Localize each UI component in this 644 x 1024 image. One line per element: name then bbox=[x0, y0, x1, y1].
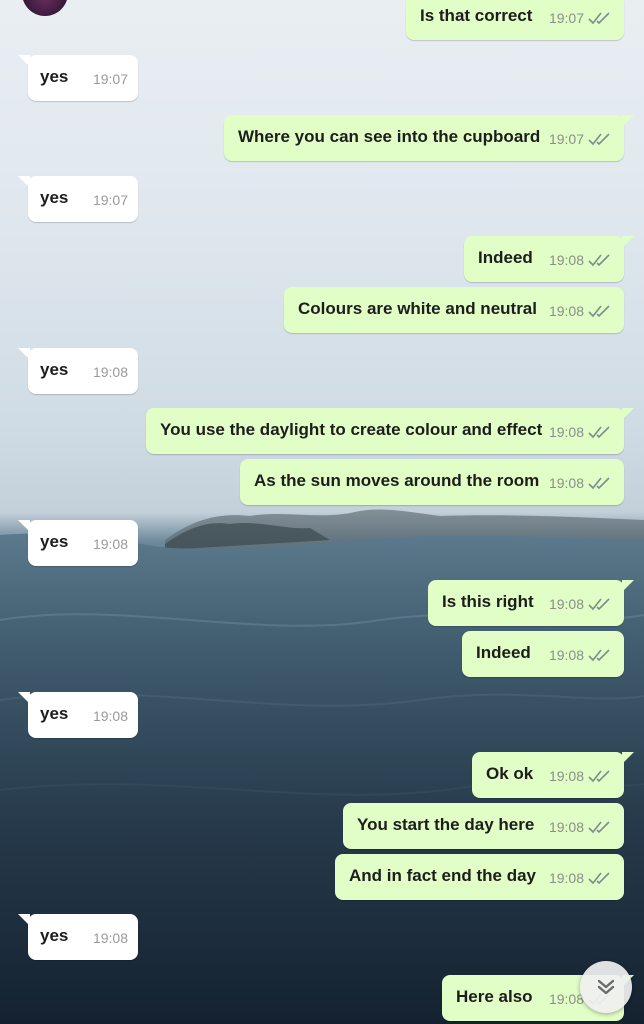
message-meta: 19:08 bbox=[549, 870, 612, 886]
message-time: 19:08 bbox=[92, 708, 128, 724]
message-time: 19:07 bbox=[92, 71, 128, 87]
incoming-message[interactable]: yes 19:07 bbox=[18, 176, 138, 222]
double-check-icon bbox=[588, 649, 610, 662]
message-time: 19:08 bbox=[92, 364, 128, 380]
double-check-icon bbox=[588, 872, 610, 885]
message-text: Indeed bbox=[478, 248, 533, 267]
message-time: 19:08 bbox=[548, 303, 584, 319]
message-meta: 19:08 bbox=[93, 536, 128, 552]
outgoing-message[interactable]: You start the day here 19:08 bbox=[343, 803, 624, 849]
message-text: Here also bbox=[456, 987, 533, 1006]
message-time: 19:08 bbox=[548, 252, 584, 268]
chat-message-list[interactable]: Is that correct 19:07 yes 19:07 Where you ca… bbox=[0, 0, 644, 1024]
double-check-icon bbox=[588, 821, 610, 834]
message-text: yes bbox=[40, 704, 69, 723]
message-time: 19:08 bbox=[92, 536, 128, 552]
message-text: And in fact end the day bbox=[349, 866, 537, 885]
message-time: 19:08 bbox=[548, 475, 584, 491]
message-meta: 19:08 bbox=[549, 768, 612, 784]
message-meta: 19:08 bbox=[93, 708, 128, 724]
message-text: You use the daylight to create colour an… bbox=[160, 420, 543, 439]
outgoing-message[interactable]: As the sun moves around the room 19:08 bbox=[240, 459, 624, 505]
message-time: 19:08 bbox=[548, 596, 584, 612]
double-check-icon bbox=[588, 12, 610, 25]
message-meta: 19:08 bbox=[93, 364, 128, 380]
incoming-message[interactable]: yes 19:08 bbox=[18, 520, 138, 566]
message-meta: 19:07 bbox=[93, 71, 128, 87]
outgoing-message[interactable]: Colours are white and neutral 19:08 bbox=[284, 287, 624, 333]
message-meta: 19:08 bbox=[549, 424, 612, 440]
outgoing-message[interactable]: Is this right 19:08 bbox=[428, 580, 634, 626]
message-meta: 19:07 bbox=[93, 192, 128, 208]
outgoing-message[interactable]: You use the daylight to create colour an… bbox=[146, 408, 634, 454]
message-time: 19:07 bbox=[92, 192, 128, 208]
double-check-icon bbox=[588, 426, 610, 439]
message-meta: 19:08 bbox=[93, 930, 128, 946]
scroll-to-bottom-button[interactable] bbox=[580, 961, 632, 1013]
message-meta: 19:08 bbox=[549, 596, 612, 612]
double-check-icon bbox=[588, 598, 610, 611]
message-meta: 19:08 bbox=[549, 303, 612, 319]
incoming-message[interactable]: yes 19:08 bbox=[18, 692, 138, 738]
incoming-message[interactable]: yes 19:08 bbox=[18, 348, 138, 394]
message-time: 19:08 bbox=[548, 768, 584, 784]
message-text: yes bbox=[40, 67, 69, 86]
message-time: 19:08 bbox=[548, 870, 584, 886]
message-meta: 19:07 bbox=[549, 10, 612, 26]
message-text: yes bbox=[40, 188, 69, 207]
message-text: Where you can see into the cupboard bbox=[238, 127, 541, 146]
double-check-icon bbox=[588, 254, 610, 267]
message-text: Is this right bbox=[442, 592, 534, 611]
outgoing-message[interactable]: Where you can see into the cupboard 19:07 bbox=[224, 115, 634, 161]
message-text: yes bbox=[40, 926, 69, 945]
double-check-icon bbox=[588, 770, 610, 783]
outgoing-message[interactable]: And in fact end the day 19:08 bbox=[335, 854, 624, 900]
incoming-message[interactable]: yes 19:08 bbox=[18, 914, 138, 960]
double-check-icon bbox=[588, 477, 610, 490]
outgoing-message[interactable]: Indeed 19:08 bbox=[464, 236, 634, 282]
contact-avatar[interactable] bbox=[22, 0, 68, 16]
message-text: Colours are white and neutral bbox=[298, 299, 537, 318]
message-time: 19:07 bbox=[548, 10, 584, 26]
outgoing-message[interactable]: Is that correct 19:07 bbox=[406, 0, 624, 40]
message-text: Is that correct bbox=[420, 6, 533, 25]
message-time: 19:08 bbox=[548, 991, 584, 1007]
outgoing-message[interactable]: Ok ok 19:08 bbox=[472, 752, 634, 798]
message-text: yes bbox=[40, 532, 69, 551]
message-meta: 19:08 bbox=[549, 647, 612, 663]
message-time: 19:08 bbox=[548, 647, 584, 663]
incoming-message[interactable]: yes 19:07 bbox=[18, 55, 138, 101]
message-time: 19:08 bbox=[548, 819, 584, 835]
message-meta: 19:07 bbox=[549, 131, 612, 147]
message-time: 19:08 bbox=[548, 424, 584, 440]
message-text: As the sun moves around the room bbox=[254, 471, 540, 490]
message-time: 19:08 bbox=[92, 930, 128, 946]
message-text: You start the day here bbox=[357, 815, 535, 834]
chevron-double-down-icon bbox=[597, 979, 615, 995]
message-text: Ok ok bbox=[486, 764, 534, 783]
double-check-icon bbox=[588, 305, 610, 318]
message-meta: 19:08 bbox=[549, 475, 612, 491]
double-check-icon bbox=[588, 133, 610, 146]
message-meta: 19:08 bbox=[549, 252, 612, 268]
message-time: 19:07 bbox=[548, 131, 584, 147]
outgoing-message[interactable]: Indeed 19:08 bbox=[462, 631, 624, 677]
message-meta: 19:08 bbox=[549, 819, 612, 835]
message-text: yes bbox=[40, 360, 69, 379]
message-text: Indeed bbox=[476, 643, 531, 662]
